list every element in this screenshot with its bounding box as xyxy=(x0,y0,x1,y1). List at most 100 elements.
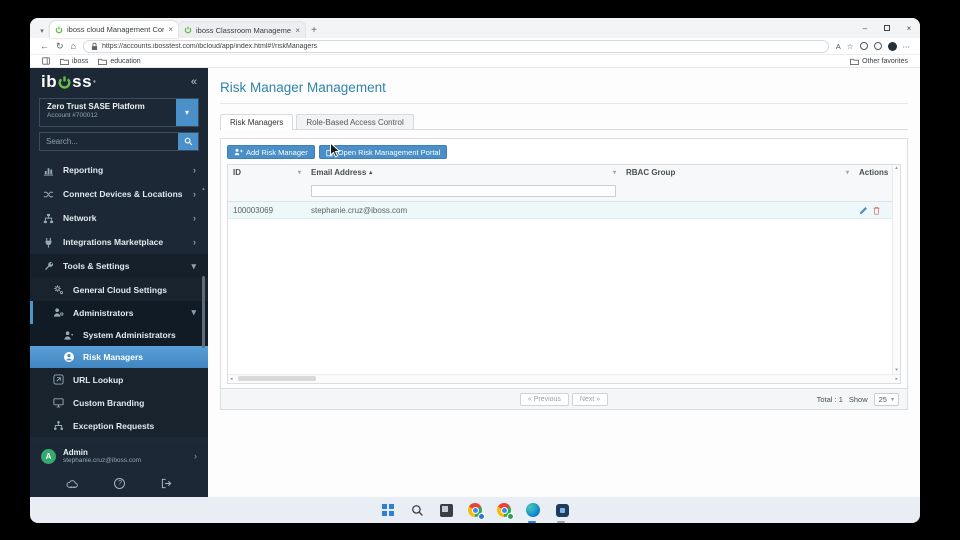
delete-trash-icon[interactable] xyxy=(872,206,881,215)
logout-icon[interactable] xyxy=(161,478,172,489)
search-input[interactable] xyxy=(40,133,178,150)
url-text: https://accounts.ibosstest.com/ibcloud/a… xyxy=(101,42,318,50)
sidebar-item-integrations-marketplace[interactable]: Integrations Marketplace › xyxy=(30,230,208,254)
search-icon xyxy=(411,504,423,516)
sidebar-header: ib ss ® « xyxy=(30,68,208,95)
account-number: Account #700012 xyxy=(47,112,98,119)
sidebar-item-custom-branding[interactable]: Custom Branding xyxy=(30,391,208,414)
horizontal-scrollbar[interactable]: ◂ ▸ xyxy=(228,374,900,383)
sidebar-scrollbar[interactable]: ▴ xyxy=(200,186,207,437)
sidebar-item-connect-devices[interactable]: Connect Devices & Locations › xyxy=(30,182,208,206)
user-name: Admin xyxy=(63,448,88,457)
next-button[interactable]: Next » xyxy=(571,392,609,406)
account-selector[interactable]: Zero Trust SASE Platform Account #700012… xyxy=(39,98,199,127)
column-menu-icon[interactable]: ▾ xyxy=(846,169,849,176)
sidebar-item-general-cloud-settings[interactable]: General Cloud Settings xyxy=(30,278,208,301)
sidebar-item-url-lookup[interactable]: URL Lookup xyxy=(30,368,208,391)
edit-pencil-icon[interactable] xyxy=(859,206,868,215)
scroll-left-icon[interactable]: ◂ xyxy=(230,376,233,382)
taskbar-chrome-1-button[interactable] xyxy=(467,502,485,520)
sidebar-item-administrators[interactable]: Administrators ▾ xyxy=(30,301,208,324)
taskbar-app-button[interactable] xyxy=(554,502,570,523)
other-favorites[interactable]: Other favorites xyxy=(850,58,908,65)
taskbar-files-button[interactable] xyxy=(438,502,454,518)
email-filter-input[interactable] xyxy=(311,184,616,197)
scroll-up-icon[interactable]: ▴ xyxy=(895,166,898,171)
scroll-right-icon[interactable]: ▸ xyxy=(895,376,898,382)
column-header-email[interactable]: Email Address ▴ ▾ xyxy=(306,165,621,179)
sidebar-item-system-administrators[interactable]: System Administrators xyxy=(30,324,208,346)
app-area: ib ss ® « Zero Trust SASE Platform Accou… xyxy=(30,68,920,497)
profile-badge xyxy=(478,513,485,520)
user-avatar: A xyxy=(41,448,56,464)
add-risk-manager-button[interactable]: Add Risk Manager xyxy=(227,145,315,159)
scroll-down-icon[interactable]: ▾ xyxy=(895,368,898,373)
help-icon[interactable]: ? xyxy=(114,478,126,489)
total-count: Total : 1 xyxy=(816,394,843,404)
column-menu-icon[interactable]: ▾ xyxy=(613,169,616,176)
browser-window: ▾ iboss cloud Management Conso × iboss C… xyxy=(30,18,920,497)
sidebar-item-network[interactable]: Network › xyxy=(30,206,208,230)
tab-title: iboss cloud Management Conso xyxy=(67,25,165,34)
sidebar: ib ss ® « Zero Trust SASE Platform Accou… xyxy=(30,68,208,497)
previous-button[interactable]: « Previous xyxy=(519,392,569,406)
taskbar xyxy=(30,497,920,523)
taskbar-edge-button[interactable] xyxy=(525,502,541,523)
new-tab-button[interactable]: + xyxy=(306,22,322,38)
user-circle-icon xyxy=(62,351,75,363)
favorite-star-icon[interactable]: ☆ xyxy=(847,42,854,51)
close-button[interactable]: × xyxy=(898,18,920,38)
home-icon[interactable]: ⌂ xyxy=(71,41,76,51)
chevron-right-icon: › xyxy=(193,165,196,175)
tab-risk-managers[interactable]: Risk Managers xyxy=(220,114,294,130)
monitor-screen: ▾ iboss cloud Management Conso × iboss C… xyxy=(30,18,920,523)
sidebar-item-tools-settings[interactable]: Tools & Settings ▾ xyxy=(30,254,208,278)
read-aloud-icon[interactable]: A xyxy=(836,42,841,51)
taskbar-search-button[interactable] xyxy=(409,502,425,518)
browser-tab-active[interactable]: iboss cloud Management Conso × xyxy=(50,21,178,38)
column-header-rbac-group[interactable]: RBAC Group ▾ xyxy=(621,165,854,179)
refresh-icon[interactable]: ↻ xyxy=(56,41,64,51)
address-bar[interactable]: https://accounts.ibosstest.com/ibcloud/a… xyxy=(82,39,829,53)
add-user-icon xyxy=(234,148,243,155)
back-icon[interactable]: ← xyxy=(40,41,49,51)
risk-managers-table: ID ▾ Email Address ▴ ▾ RBAC Group ▾ Acti… xyxy=(227,164,901,384)
profile-avatar[interactable] xyxy=(887,41,897,51)
sidebar-item-risk-managers[interactable]: Risk Managers xyxy=(30,346,208,368)
sidebar-toggle-icon[interactable] xyxy=(42,57,50,65)
support-cloud-icon[interactable] xyxy=(66,479,79,489)
table-row[interactable]: 100003069 stephanie.cruz@iboss.com xyxy=(228,202,900,219)
column-header-id[interactable]: ID ▾ xyxy=(228,165,306,179)
settings-more-icon[interactable]: ⋯ xyxy=(903,42,911,51)
tab-close-icon[interactable]: × xyxy=(168,25,173,34)
bookmark-iboss[interactable]: iboss xyxy=(60,58,88,65)
chevron-right-icon: › xyxy=(193,189,196,199)
sidebar-item-exception-requests[interactable]: Exception Requests xyxy=(30,414,208,437)
minimize-button[interactable]: – xyxy=(854,18,876,38)
maximize-button[interactable] xyxy=(876,18,898,38)
sidebar-item-reporting[interactable]: Reporting › xyxy=(30,158,208,182)
page-size-select[interactable]: 25 ▾ xyxy=(873,392,899,406)
scrollbar-thumb[interactable] xyxy=(202,276,205,348)
taskbar-chrome-2-button[interactable] xyxy=(496,502,514,520)
tab-search-button[interactable]: ▾ xyxy=(34,23,50,38)
sidebar-collapse-icon[interactable]: « xyxy=(191,76,197,88)
search-button[interactable] xyxy=(178,133,198,150)
start-button[interactable] xyxy=(380,502,396,518)
collections-icon[interactable] xyxy=(873,42,882,50)
wrench-icon xyxy=(42,261,55,272)
browser-tab-inactive[interactable]: iboss Classroom Management & × xyxy=(178,21,306,38)
tab-role-based-access-control[interactable]: Role-Based Access Control xyxy=(296,114,414,129)
tab-close-icon[interactable]: × xyxy=(295,26,300,35)
page-tabs: Risk Managers Role-Based Access Control xyxy=(220,114,908,130)
bookmark-education[interactable]: education xyxy=(98,58,141,65)
sidebar-user[interactable]: A Admin stephanie.cruz@iboss.com › xyxy=(30,441,208,470)
extensions-icon[interactable] xyxy=(859,42,868,50)
toolbar-right-icons: A ☆ ⋯ xyxy=(836,41,911,51)
scrollbar-thumb[interactable] xyxy=(238,376,316,381)
vertical-scrollbar[interactable]: ▴ ▾ xyxy=(892,165,900,374)
column-menu-icon[interactable]: ▾ xyxy=(298,169,301,176)
account-dropdown-button[interactable]: ▾ xyxy=(176,99,198,126)
scroll-up-icon[interactable]: ▴ xyxy=(202,186,205,192)
chevron-down-icon: ▾ xyxy=(890,396,894,403)
